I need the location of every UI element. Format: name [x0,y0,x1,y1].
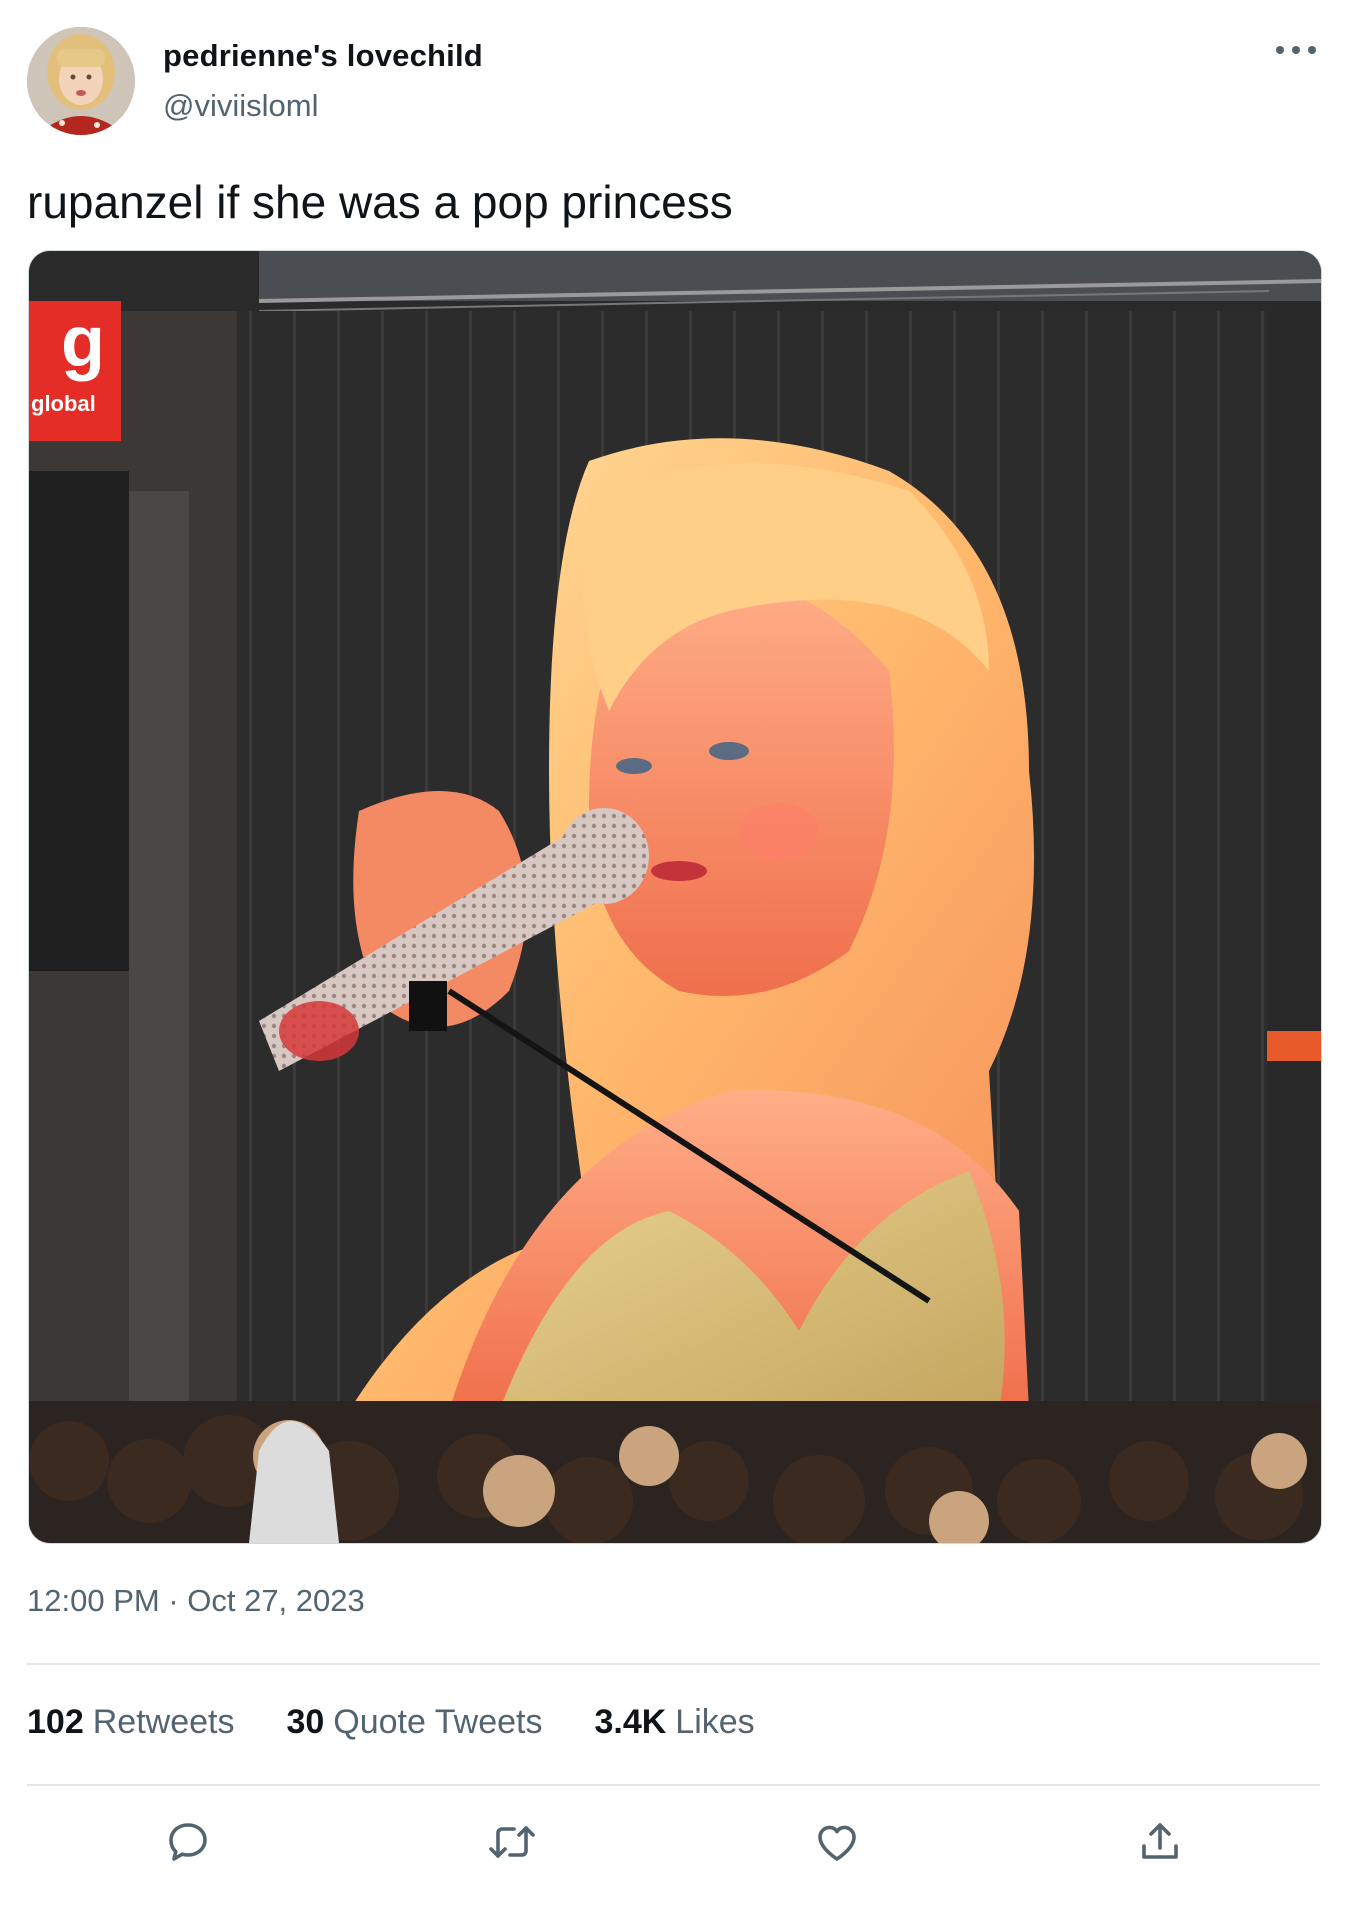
retweet-button[interactable] [482,1812,542,1872]
more-options-button[interactable] [1266,30,1326,70]
user-handle[interactable]: @viviisloml [163,88,318,124]
like-icon [818,1825,856,1861]
likes-stat[interactable]: 3.4K Likes [594,1703,754,1742]
global-logo-text: global [31,391,96,416]
reply-button[interactable] [158,1812,218,1872]
tweet-text: rupanzel if she was a pop princess [27,176,733,228]
engagement-stats: 102 Retweets 30 Quote Tweets 3.4K Likes [27,1703,755,1742]
retweet-icon [489,1826,535,1858]
quote-tweets-stat[interactable]: 30 Quote Tweets [286,1703,542,1742]
tweet-timestamp[interactable]: 12:00 PM · Oct 27, 2023 [27,1583,365,1619]
likes-label: Likes [675,1703,755,1741]
display-name[interactable]: pedrienne's lovechild [163,38,483,74]
like-button[interactable] [807,1812,867,1872]
tweet-actions [0,1812,1347,1872]
more-icon [1276,46,1316,54]
tweet: pedrienne's lovechild @viviisloml rupanz… [0,0,1347,1920]
likes-count: 3.4K [594,1703,667,1741]
svg-text:g: g [61,302,105,382]
tweet-photo[interactable]: g global [28,250,1322,1544]
quote-tweets-label: Quote Tweets [333,1703,543,1741]
retweets-label: Retweets [92,1703,235,1741]
retweets-stat[interactable]: 102 Retweets [27,1703,234,1742]
share-button[interactable] [1130,1812,1190,1872]
reply-icon [169,1823,207,1861]
retweets-count: 102 [27,1703,84,1741]
divider [27,1784,1320,1786]
share-icon [1142,1823,1178,1859]
quote-tweets-count: 30 [286,1703,325,1741]
divider [27,1663,1320,1665]
avatar[interactable] [27,27,135,135]
